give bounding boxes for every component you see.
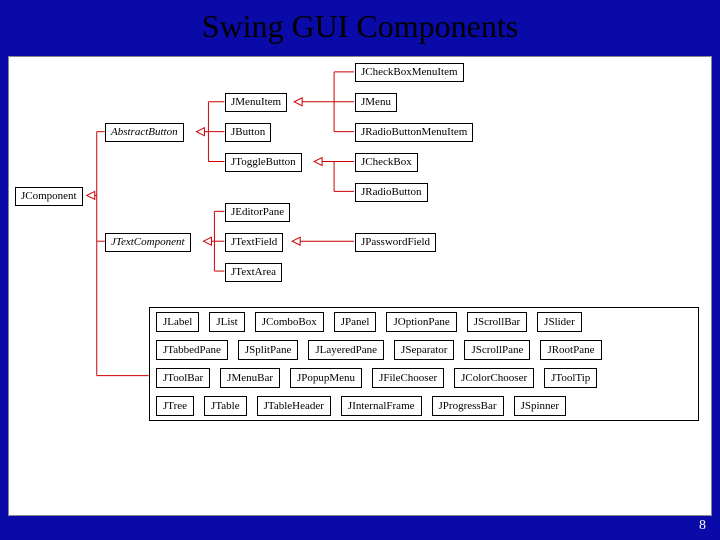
grid-item: JOptionPane	[386, 312, 456, 332]
grid-item: JToolTip	[544, 368, 597, 388]
grid-item: JComboBox	[255, 312, 324, 332]
grid-item: JScrollBar	[467, 312, 527, 332]
grid-item: JSpinner	[514, 396, 567, 416]
node-jbutton: JButton	[225, 123, 271, 142]
grid-item: JLayeredPane	[308, 340, 384, 360]
diagram-canvas: JComponent AbstractButton JTextComponent…	[8, 56, 712, 516]
grid-item: JRootPane	[540, 340, 601, 360]
node-jcomponent: JComponent	[15, 187, 83, 206]
node-jcheckbox: JCheckBox	[355, 153, 418, 172]
grid-item: JToolBar	[156, 368, 210, 388]
node-jeditorpane: JEditorPane	[225, 203, 290, 222]
node-jmenuitem: JMenuItem	[225, 93, 287, 112]
grid-row: JLabel JList JComboBox JPanel JOptionPane JSc…	[150, 308, 698, 336]
node-jmenu: JMenu	[355, 93, 397, 112]
node-jtextfield: JTextField	[225, 233, 283, 252]
grid-row: JTree JTable JTableHeader JInternalFrame JPr…	[150, 392, 698, 420]
node-jpasswordfield: JPasswordField	[355, 233, 436, 252]
node-jtextcomponent: JTextComponent	[105, 233, 191, 252]
grid-row: JTabbedPane JSplitPane JLayeredPane JSepara…	[150, 336, 698, 364]
node-jradiobutton: JRadioButton	[355, 183, 428, 202]
page-number: 8	[699, 518, 706, 534]
node-jtogglebutton: JToggleButton	[225, 153, 302, 172]
node-abstractbutton: AbstractButton	[105, 123, 184, 142]
grid-item: JColorChooser	[454, 368, 534, 388]
node-jcheckboxmenuitem: JCheckBoxMenuItem	[355, 63, 464, 82]
grid-item: JFileChooser	[372, 368, 444, 388]
grid-item: JPanel	[334, 312, 377, 332]
node-jradiobuttonmenuitem: JRadioButtonMenuItem	[355, 123, 473, 142]
grid-item: JMenuBar	[220, 368, 280, 388]
grid-item: JSlider	[537, 312, 582, 332]
grid-item: JTree	[156, 396, 194, 416]
grid-item: JLabel	[156, 312, 199, 332]
grid-item: JProgressBar	[432, 396, 504, 416]
grid-item: JScrollPane	[464, 340, 530, 360]
grid-item: JInternalFrame	[341, 396, 422, 416]
slide-title: Swing GUI Components	[0, 0, 720, 49]
grid-item: JSeparator	[394, 340, 454, 360]
direct-subclass-grid: JLabel JList JComboBox JPanel JOptionPane JSc…	[149, 307, 699, 421]
grid-row: JToolBar JMenuBar JPopupMenu JFileChooser JC…	[150, 364, 698, 392]
grid-item: JTabbedPane	[156, 340, 228, 360]
node-jtextarea: JTextArea	[225, 263, 282, 282]
grid-item: JPopupMenu	[290, 368, 362, 388]
grid-item: JTable	[204, 396, 247, 416]
grid-item: JTableHeader	[257, 396, 331, 416]
grid-item: JSplitPane	[238, 340, 298, 360]
grid-item: JList	[209, 312, 244, 332]
